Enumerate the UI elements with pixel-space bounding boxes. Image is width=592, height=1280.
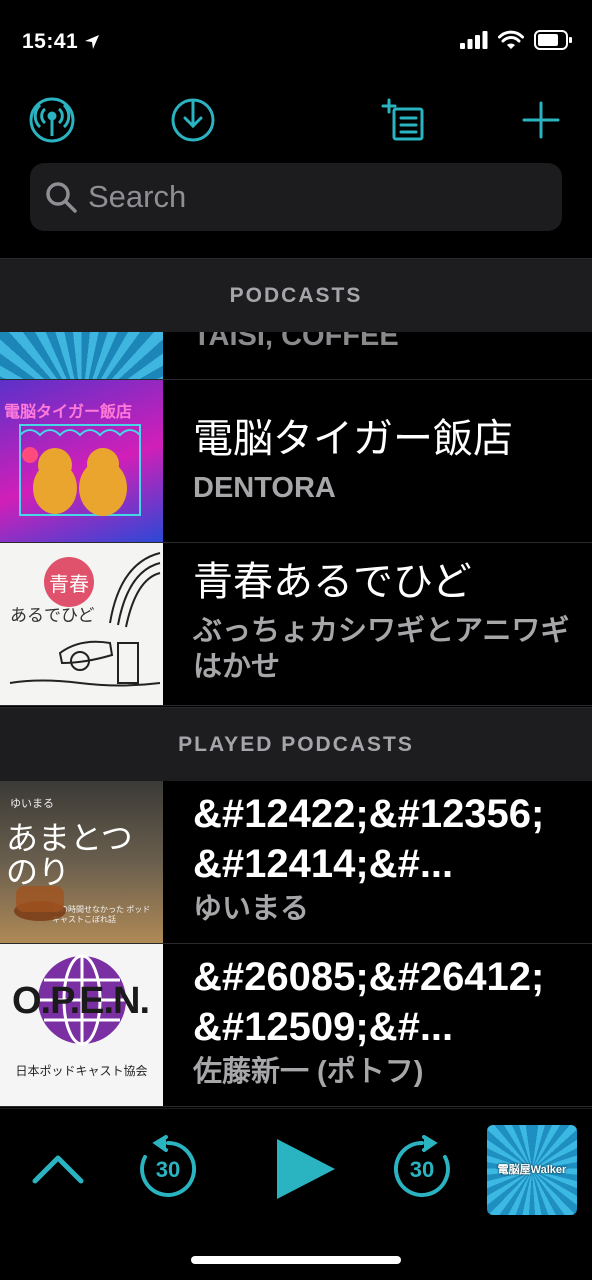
section-title: PLAYED PODCASTS [178,732,414,756]
podcast-author: DENTORA [193,472,336,504]
podcast-title: &#12422;&#12356;&#12414;&#... [193,792,545,886]
section-header-played-podcasts: PLAYED PODCASTS [0,707,592,781]
tiger-characters-illustration [19,424,141,516]
podcast-artwork: 電脳タイガー飯店 [0,380,163,542]
skip-forward-button[interactable]: 30 [388,1131,456,1203]
location-arrow-icon [85,35,100,49]
podcast-artwork: 青春 あるでひど [0,543,163,705]
mini-player: 30 30 電脳屋Walker [0,1108,592,1280]
status-bar: 15:41 [0,0,592,88]
search-icon [46,182,77,213]
battery-icon [534,30,572,50]
wifi-icon [498,30,524,49]
cellular-signal-icon [460,31,488,49]
podcast-title: &#26085;&#26412;&#12509;&#... [193,955,545,1049]
section-title: PODCASTS [229,283,363,307]
podcast-artwork [0,332,163,379]
skip-back-button[interactable]: 30 [134,1131,202,1203]
add-button[interactable] [511,90,571,150]
podcast-title: 青春あるでひど [193,560,472,604]
clock: 15:41 [22,30,79,53]
now-playing-artwork[interactable]: 電脳屋Walker [487,1125,577,1215]
add-playlist-icon [381,98,424,141]
status-time: 15:41 [22,30,100,54]
podcast-author: 佐藤新一 (ポトフ) [193,1056,424,1088]
podcast-row[interactable]: 青春 あるでひど 青春あるでひど ぶっちょカシワギとアニワギはかせ [0,543,592,706]
search-bar[interactable] [30,163,562,231]
teacup-illustration [14,886,66,921]
beach-illustration [9,552,161,687]
play-button[interactable] [266,1131,342,1207]
played-podcasts-list: ゆいまる あまとつのり あの時間せなかった ポッドキャストこぼれ話 &#1242… [0,781,592,1108]
skip-forward-label: 30 [409,1157,435,1182]
globe-logo-icon [38,954,126,1046]
now-playing-art-label: 電脳屋Walker [497,1164,567,1176]
podcast-artwork: ゆいまる あまとつのり あの時間せなかった ポッドキャストこぼれ話 [0,781,163,943]
podcasts-list: TAISI, COFFEE 電脳タイガー飯店 電脳タイガー飯店 DENTORA … [0,332,592,708]
toolbar [0,90,592,150]
artwork-title: O.P.E.N. [12,980,150,1022]
search-input[interactable] [88,179,528,215]
podcast-author: TAISI, COFFEE [193,332,399,352]
podcast-broadcast-icon [29,97,75,143]
podcast-title: 電脳タイガー飯店 [193,417,513,461]
chevron-up-icon [32,1155,84,1184]
broadcast-button[interactable] [22,90,82,150]
podcast-row[interactable]: 電脳タイガー飯店 電脳タイガー飯店 DENTORA [0,380,592,543]
download-icon [171,98,215,142]
download-button[interactable] [163,90,223,150]
podcast-author: ぶっちょカシワギとアニワギはかせ [193,615,570,683]
add-to-playlist-button[interactable] [374,90,434,150]
plus-icon [522,101,560,139]
podcast-row[interactable]: TAISI, COFFEE [0,332,592,380]
podcast-author: ゆいまる [193,893,310,925]
podcast-artwork: O.P.E.N. 日本ポッドキャスト協会 [0,944,163,1106]
artwork-caption: 日本ポッドキャスト協会 [15,1064,148,1078]
play-icon [277,1139,335,1199]
expand-player-button[interactable] [28,1139,88,1199]
skip-back-label: 30 [155,1157,181,1182]
section-header-podcasts: PODCASTS [0,258,592,332]
played-podcast-row[interactable]: O.P.E.N. 日本ポッドキャスト協会 &#26085;&#26412;&#1… [0,944,592,1107]
home-indicator [191,1256,401,1264]
played-podcast-row[interactable]: ゆいまる あまとつのり あの時間せなかった ポッドキャストこぼれ話 &#1242… [0,781,592,944]
